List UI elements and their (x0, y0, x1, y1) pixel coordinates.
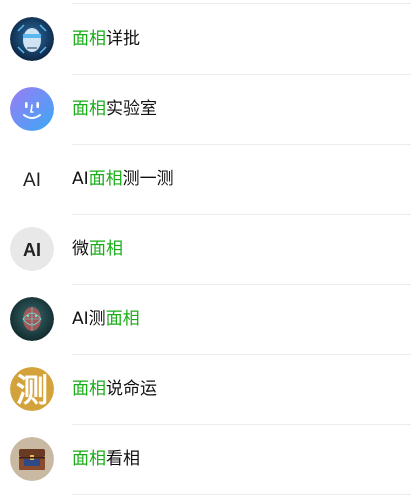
result-title: 面相说命运 (72, 379, 157, 399)
result-item-6[interactable]: 测 面相说命运 (0, 354, 411, 425)
result-title: AI面相测一测 (72, 169, 174, 189)
result-title: 面相详批 (72, 29, 140, 49)
avatar-text: AI (23, 240, 41, 260)
avatar-text: 测 (16, 371, 48, 409)
result-item-4[interactable]: AI 微面相 (0, 214, 411, 285)
keyword-highlight: 面相 (89, 239, 123, 259)
keyword-highlight: 面相 (88, 169, 123, 189)
ai-circle-icon: AI (10, 227, 54, 271)
keyword-highlight: 面相 (72, 379, 106, 399)
scan-face-icon (10, 297, 54, 341)
result-title: AI测面相 (72, 309, 140, 329)
keyword-highlight: 面相 (72, 29, 106, 49)
keyword-highlight: 面相 (72, 99, 106, 119)
result-title: 面相实验室 (72, 99, 157, 119)
result-item-1[interactable]: 面相详批 (0, 4, 411, 75)
result-item-7[interactable]: 面相看相 (0, 424, 411, 495)
search-results-list: 面相详批 面相实验室 AI AI面相测一测 AI 微面相 AI测面相 测 面相说… (0, 0, 411, 495)
result-title: 面相看相 (72, 449, 140, 469)
keyword-highlight: 面相 (72, 449, 106, 469)
ai-text-icon: AI (10, 157, 54, 201)
treasure-chest-icon (10, 437, 54, 481)
result-item-2[interactable]: 面相实验室 (0, 74, 411, 145)
robot-face-icon (10, 17, 54, 61)
result-title: 微面相 (72, 239, 123, 259)
avatar-text: AI (23, 170, 41, 191)
result-item-5[interactable]: AI测面相 (0, 284, 411, 355)
smiley-face-icon (10, 87, 54, 131)
keyword-highlight: 面相 (105, 309, 140, 329)
ce-character-icon: 测 (10, 367, 54, 411)
result-item-3[interactable]: AI AI面相测一测 (0, 144, 411, 215)
